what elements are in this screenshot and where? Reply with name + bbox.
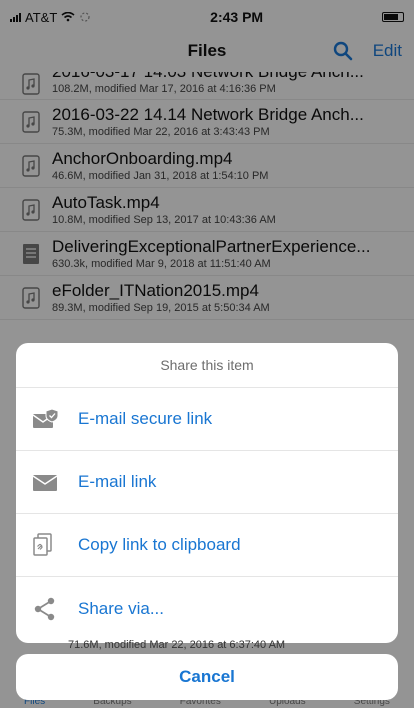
copy-link-icon — [33, 533, 52, 556]
email-secure-link-button[interactable]: E-mail secure link — [16, 388, 398, 451]
email-link-label: E-mail link — [78, 472, 157, 491]
email-secure-link-label: E-mail secure link — [78, 409, 213, 428]
share-icon — [34, 597, 55, 620]
email-link-button[interactable]: E-mail link — [16, 451, 398, 514]
share-sheet: Share this item E-mail secure link E-mai… — [16, 343, 398, 643]
share-sheet-title: Share this item — [16, 343, 398, 388]
secure-mail-icon — [32, 408, 59, 428]
copy-link-label: Copy link to clipboard — [78, 535, 241, 554]
copy-link-button[interactable]: Copy link to clipboard — [16, 514, 398, 577]
cancel-button[interactable]: Cancel — [16, 654, 398, 700]
share-via-label: Share via... — [78, 598, 164, 618]
share-via-button[interactable]: Share via... — [16, 577, 398, 640]
mail-icon — [32, 475, 58, 491]
